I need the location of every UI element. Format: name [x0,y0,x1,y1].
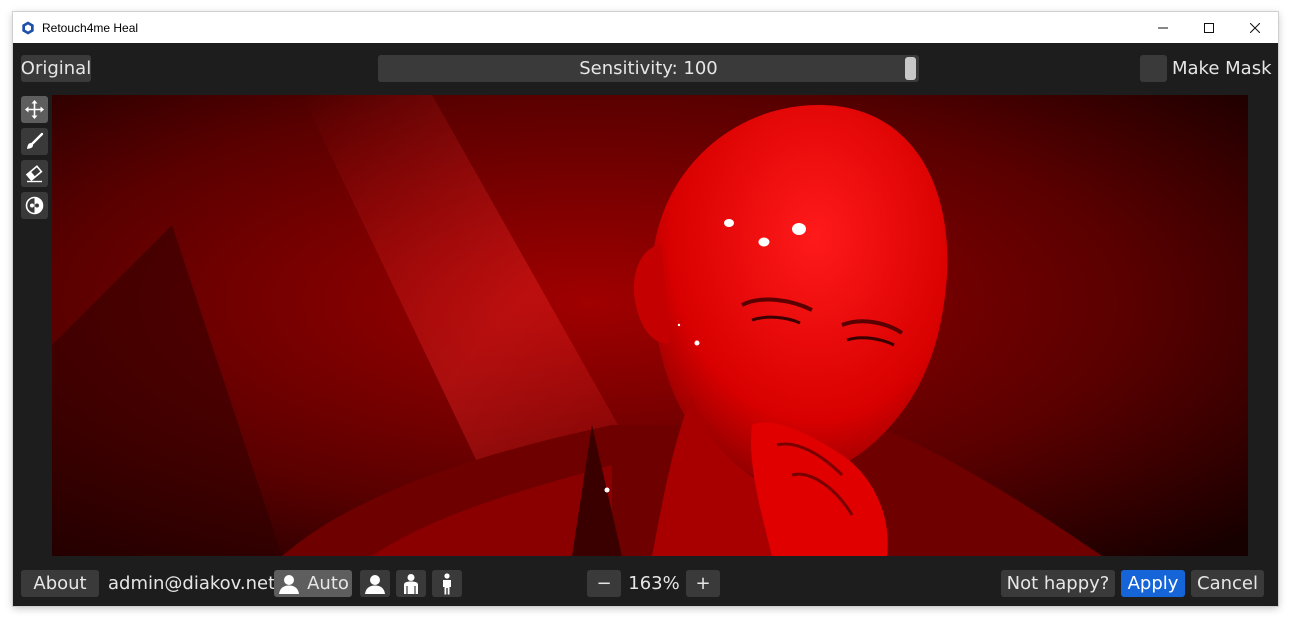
eraser-icon [25,165,43,183]
zoom-level: 163% [628,573,680,594]
brush-tool-button[interactable] [21,128,48,155]
move-icon [25,100,44,119]
brush-icon [27,132,44,149]
cancel-button[interactable]: Cancel [1191,570,1264,597]
not-happy-button[interactable]: Not happy? [1001,570,1115,597]
auto-mode-label: Auto [307,573,349,594]
title-bar: Retouch4me Heal [13,12,1278,43]
photo-preview [52,95,1248,556]
about-button[interactable]: About [21,570,99,597]
minimize-icon[interactable] [1140,12,1186,43]
image-canvas[interactable] [52,95,1248,556]
sensitivity-slider-handle[interactable] [905,57,916,80]
torso-mode-icon [404,573,418,594]
close-icon[interactable] [1232,12,1278,43]
heal-reset-icon [25,196,44,215]
apply-button[interactable]: Apply [1121,570,1185,597]
full-body-mode-icon [443,572,451,594]
move-tool-button[interactable] [21,96,48,123]
eraser-tool-button[interactable] [21,160,48,187]
full-body-mode-button[interactable] [432,570,462,597]
face-mode-button[interactable] [360,570,390,597]
sensitivity-slider[interactable]: Sensitivity: 100 [378,55,919,82]
make-mask-label: Make Mask [1172,58,1272,79]
zoom-out-button[interactable]: − [587,570,621,597]
heal-reset-tool-button[interactable] [21,192,48,219]
auto-mode-button[interactable]: Auto [274,570,352,597]
window-title: Retouch4me Heal [42,20,139,35]
maximize-icon[interactable] [1186,12,1232,43]
torso-mode-button[interactable] [396,570,426,597]
original-button[interactable]: Original [21,55,91,82]
person-icon [279,574,300,594]
bottom-toolbar: About admin@diakov.net Auto − 163% + Not… [13,556,1278,606]
face-mode-icon [365,574,385,594]
zoom-in-button[interactable]: + [686,570,720,597]
top-toolbar: Original Sensitivity: 100 Make Mask [13,43,1278,95]
make-mask-checkbox[interactable] [1140,55,1167,82]
hexagon-logo-icon [22,21,34,34]
sensitivity-label: Sensitivity: 100 [579,58,718,79]
app-window: Retouch4me Heal Original Sensitivity: 10… [13,12,1278,606]
user-email: admin@diakov.net [108,573,276,594]
